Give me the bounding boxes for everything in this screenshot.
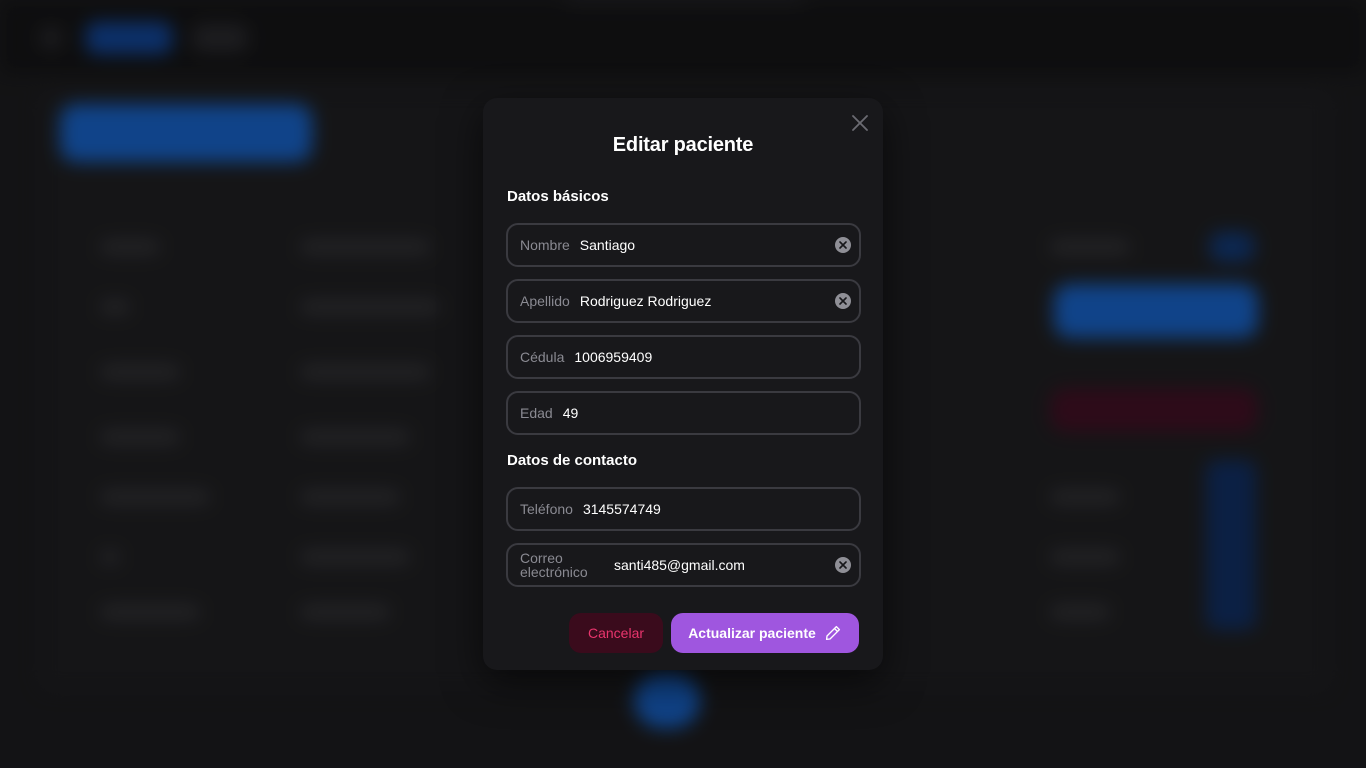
nombre-field[interactable]: Nombre Santiago xyxy=(506,223,861,267)
correo-clear-button[interactable] xyxy=(835,557,851,573)
apellido-clear-button[interactable] xyxy=(835,293,851,309)
modal-title: Editar paciente xyxy=(612,134,754,156)
pencil-icon xyxy=(825,625,840,641)
telefono-field[interactable]: Teléfono 3145574749 xyxy=(506,487,861,531)
nombre-label: Nombre xyxy=(520,237,570,253)
correo-field[interactable]: Correo electrónico santi485@gmail.com xyxy=(506,543,861,587)
cedula-field[interactable]: Cédula 1006959409 xyxy=(506,335,861,379)
clear-icon xyxy=(839,297,847,305)
cancel-button-label: Cancelar xyxy=(587,625,645,641)
edit-patient-modal: Editar paciente Datos básicos Nombre San… xyxy=(483,98,883,670)
section-title-basic: Datos básicos xyxy=(507,188,609,205)
close-button[interactable] xyxy=(849,112,871,134)
section-title-contact: Datos de contacto xyxy=(507,452,638,469)
cancel-button[interactable]: Cancelar xyxy=(569,613,663,653)
cedula-input[interactable]: 1006959409 xyxy=(564,349,859,365)
apellido-input[interactable]: Rodriguez Rodriguez xyxy=(570,293,835,309)
nombre-input[interactable]: Santiago xyxy=(570,237,835,253)
update-patient-button[interactable]: Actualizar paciente xyxy=(671,613,859,653)
cedula-label: Cédula xyxy=(520,349,565,365)
edad-label: Edad xyxy=(520,405,553,421)
clear-icon xyxy=(839,241,847,249)
telefono-label: Teléfono xyxy=(520,501,573,517)
edad-input[interactable]: 49 xyxy=(553,405,859,421)
correo-label: Correo electrónico xyxy=(520,550,588,580)
apellido-label: Apellido xyxy=(520,293,570,309)
apellido-field[interactable]: Apellido Rodriguez Rodriguez xyxy=(506,279,861,323)
correo-input[interactable]: santi485@gmail.com xyxy=(600,557,835,573)
nombre-clear-button[interactable] xyxy=(835,237,851,253)
edad-field[interactable]: Edad 49 xyxy=(506,391,861,435)
update-button-label: Actualizar paciente xyxy=(688,625,816,641)
clear-icon xyxy=(839,561,847,569)
telefono-input[interactable]: 3145574749 xyxy=(573,501,859,517)
close-icon xyxy=(852,115,868,131)
